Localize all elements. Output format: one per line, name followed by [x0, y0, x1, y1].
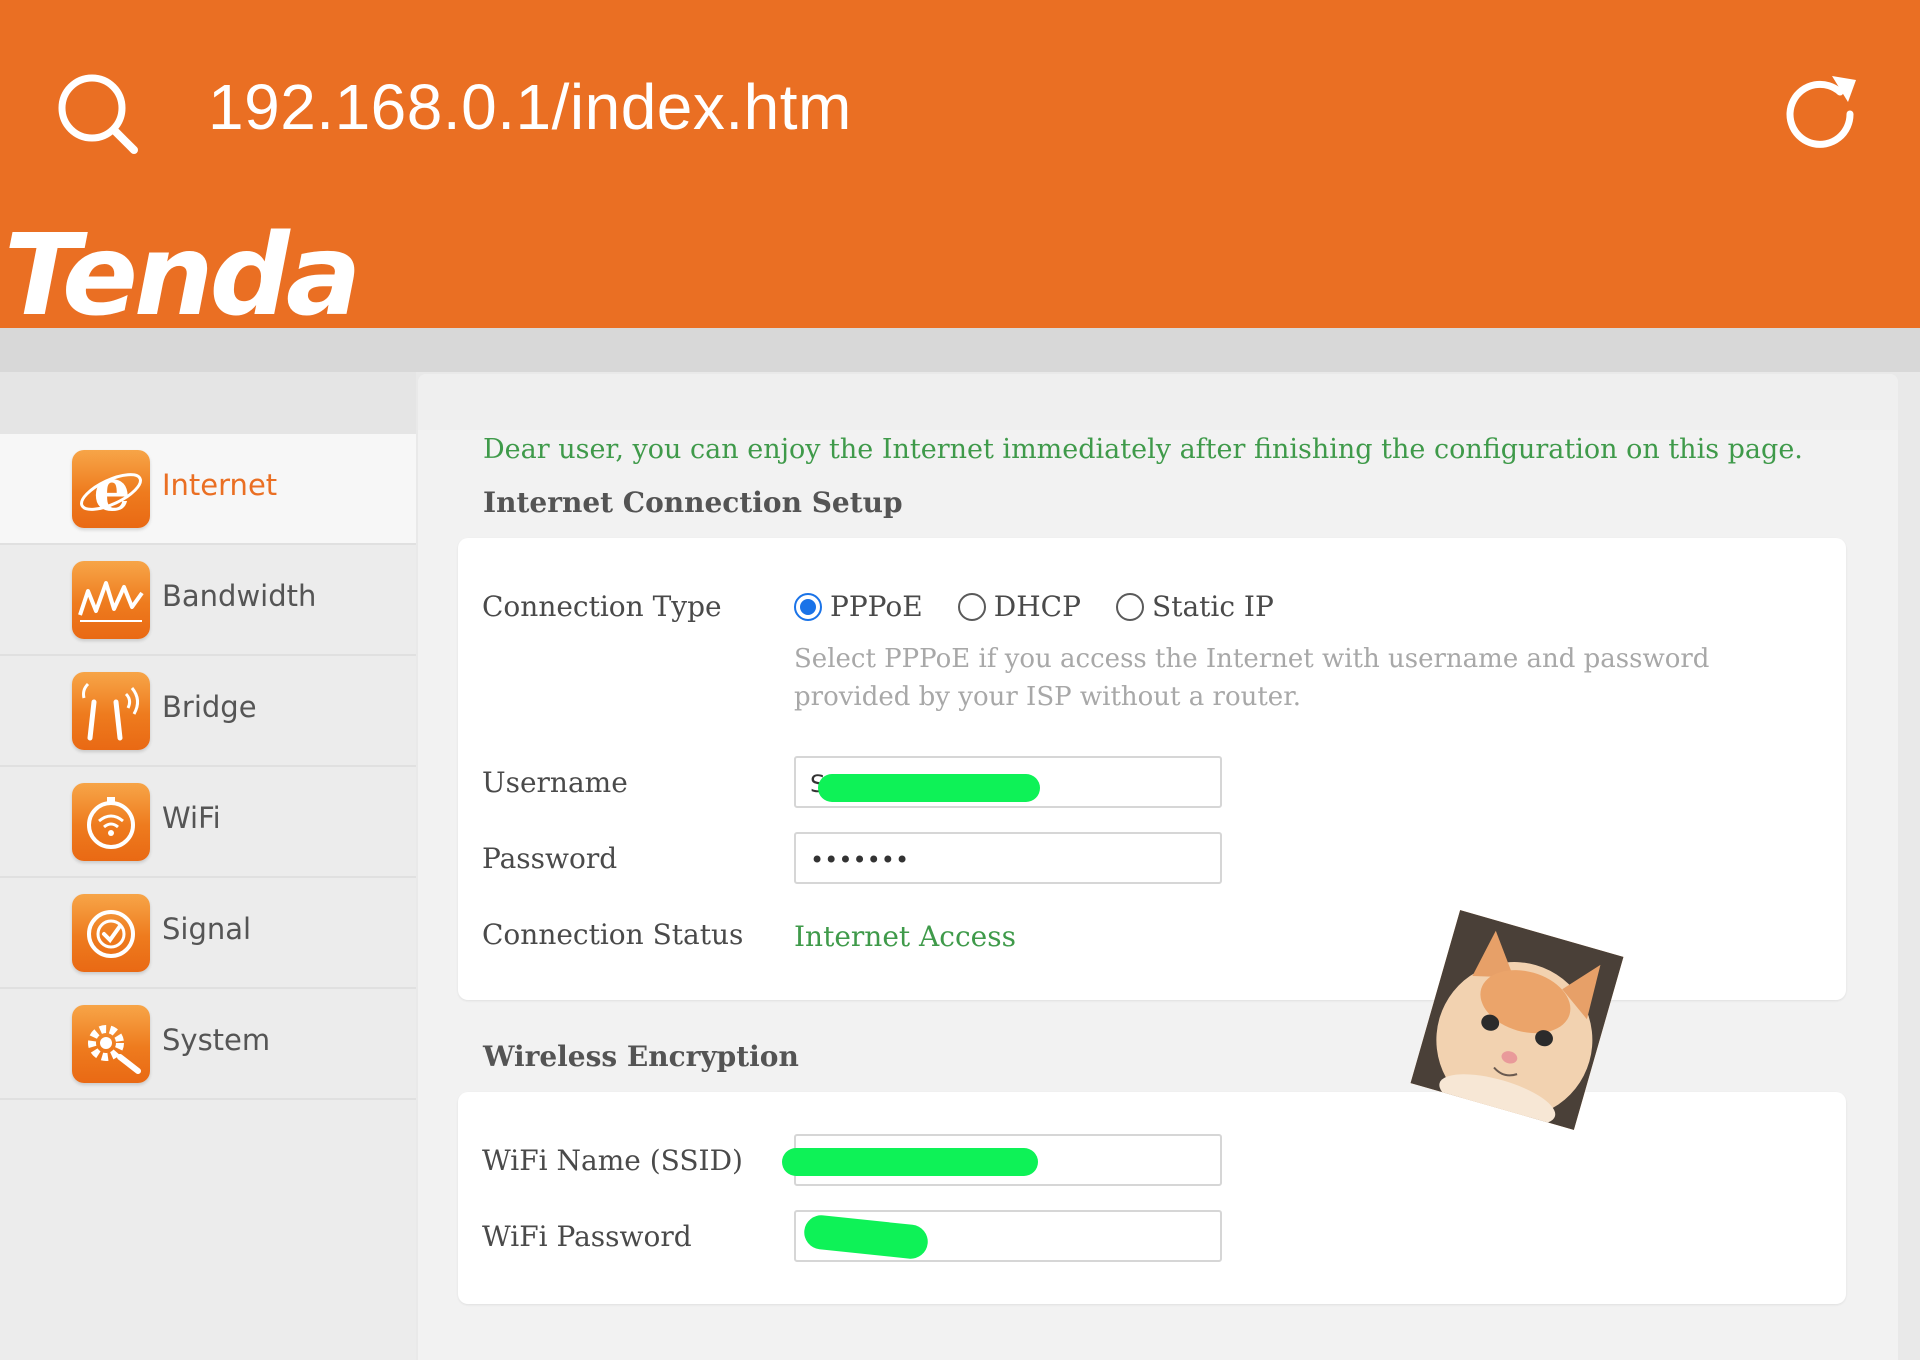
sidebar-item-label: Internet: [162, 468, 278, 502]
radio-label: PPPoE: [830, 590, 923, 623]
internet-setup-card: Connection Type PPPoE DHCP Static IP Sel…: [458, 538, 1846, 1000]
radio-pppoe[interactable]: PPPoE: [794, 590, 923, 623]
username-label: Username: [482, 766, 628, 799]
sidebar-item-bridge[interactable]: Bridge: [0, 656, 416, 767]
sidebar-spacer: [0, 372, 416, 434]
tenda-logo: Tenda: [4, 211, 361, 341]
sidebar-item-label: Signal: [162, 912, 252, 946]
sidebar-item-signal[interactable]: Signal: [0, 878, 416, 989]
brand-header: Tenda: [0, 220, 1920, 332]
intro-message: Dear user, you can enjoy the Internet im…: [483, 434, 1803, 465]
wireless-encryption-title: Wireless Encryption: [483, 1040, 799, 1073]
ssid-label: WiFi Name (SSID): [482, 1144, 743, 1177]
sidebar-item-wifi[interactable]: WiFi: [0, 767, 416, 878]
sidebar-item-bandwidth[interactable]: Bandwidth: [0, 545, 416, 656]
password-label: Password: [482, 842, 618, 875]
panel-top-band: [418, 374, 1898, 430]
main-panel: Dear user, you can enjoy the Internet im…: [418, 374, 1898, 1360]
sidebar-item-label: System: [162, 1023, 271, 1057]
connection-status-value: Internet Access: [794, 920, 1016, 953]
url-field[interactable]: 192.168.0.1/index.htm: [208, 70, 852, 144]
radio-button[interactable]: [1116, 592, 1145, 621]
header-divider: [0, 328, 1920, 372]
sidebar-item-label: WiFi: [162, 801, 221, 835]
radio-static-ip[interactable]: Static IP: [1116, 590, 1274, 623]
radio-dhcp[interactable]: DHCP: [957, 590, 1081, 623]
connection-status-label: Connection Status: [482, 918, 744, 951]
redaction-mark: [818, 774, 1040, 802]
radio-label: DHCP: [993, 590, 1081, 623]
wireless-encryption-card: WiFi Name (SSID) WiFi Password: [458, 1092, 1846, 1304]
internet-setup-title: Internet Connection Setup: [483, 486, 903, 519]
sidebar-item-label: Bandwidth: [162, 579, 317, 613]
password-input[interactable]: •••••••: [794, 832, 1222, 884]
internet-explorer-icon: e: [72, 450, 150, 528]
pppoe-hint: Select PPPoE if you access the Internet …: [794, 644, 1710, 712]
radio-label: Static IP: [1152, 590, 1274, 623]
sidebar-item-label: Bridge: [162, 690, 257, 724]
sidebar-item-system[interactable]: System: [0, 989, 416, 1100]
signal-icon: [72, 894, 150, 972]
redaction-mark: [782, 1148, 1038, 1176]
sidebar: e Internet Bandwidth Bridge WiFi Signal …: [0, 372, 416, 1360]
radio-button-checked[interactable]: [794, 592, 822, 621]
wifi-icon: [72, 783, 150, 861]
browser-address-bar: 192.168.0.1/index.htm: [0, 0, 1920, 220]
connection-type-label: Connection Type: [482, 590, 722, 623]
bandwidth-wave-icon: [72, 561, 150, 639]
search-icon[interactable]: [50, 66, 146, 162]
system-gear-icon: [72, 1005, 150, 1083]
connection-type-options: PPPoE DHCP Static IP: [794, 590, 1304, 625]
reload-icon[interactable]: [1772, 66, 1868, 162]
radio-button[interactable]: [957, 592, 986, 621]
svg-text:e: e: [94, 456, 131, 524]
sidebar-item-internet[interactable]: e Internet: [0, 434, 416, 545]
bridge-antenna-icon: [72, 672, 150, 750]
wifi-password-label: WiFi Password: [482, 1220, 692, 1253]
